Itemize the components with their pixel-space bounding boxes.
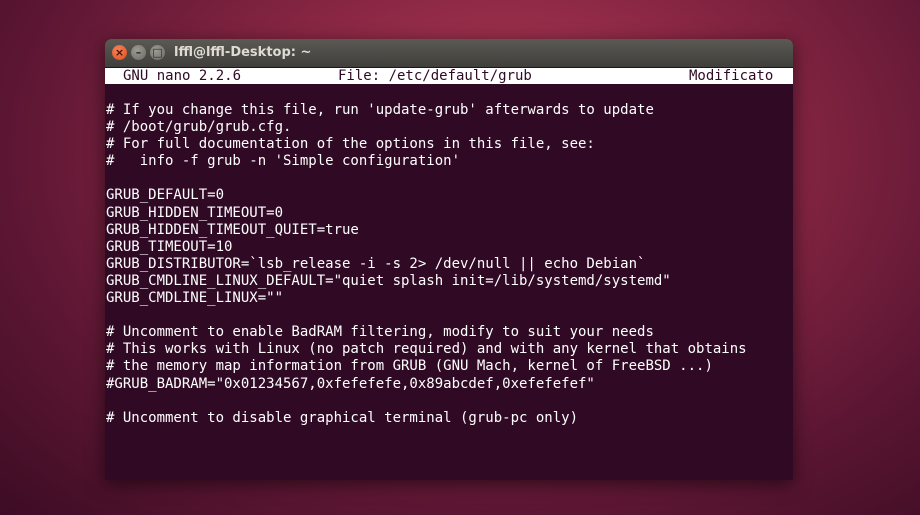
nano-version: GNU nano 2.2.6	[123, 68, 242, 84]
editor-line[interactable]	[106, 170, 747, 187]
editor-line[interactable]: # /boot/grub/grub.cfg.	[106, 119, 747, 136]
editor-content[interactable]: # If you change this file, run 'update-g…	[106, 102, 747, 427]
nano-filename: File: /etc/default/grub	[338, 68, 532, 84]
editor-line[interactable]: GRUB_HIDDEN_TIMEOUT_QUIET=true	[106, 222, 747, 239]
editor-line[interactable]: # the memory map information from GRUB (…	[106, 358, 747, 375]
editor-line[interactable]: # If you change this file, run 'update-g…	[106, 102, 747, 119]
window-title: lffl@lffl-Desktop: ~	[174, 45, 312, 60]
editor-line[interactable]: GRUB_DEFAULT=0	[106, 187, 747, 204]
editor-line[interactable]: # Uncomment to disable graphical termina…	[106, 410, 747, 427]
editor-line[interactable]	[106, 307, 747, 324]
window-titlebar[interactable]: × – □ lffl@lffl-Desktop: ~	[105, 39, 793, 67]
editor-line[interactable]: # For full documentation of the options …	[106, 136, 747, 153]
editor-line[interactable]: # This works with Linux (no patch requir…	[106, 341, 747, 358]
close-icon[interactable]: ×	[112, 45, 127, 60]
editor-line[interactable]: GRUB_CMDLINE_LINUX=""	[106, 290, 747, 307]
editor-line[interactable]: GRUB_DISTRIBUTOR=`lsb_release -i -s 2> /…	[106, 256, 747, 273]
terminal-window[interactable]: × – □ lffl@lffl-Desktop: ~ GNU nano 2.2.…	[105, 39, 793, 480]
nano-header-bar: GNU nano 2.2.6 File: /etc/default/grub M…	[105, 68, 793, 84]
editor-line[interactable]: GRUB_CMDLINE_LINUX_DEFAULT="quiet splash…	[106, 273, 747, 290]
editor-line[interactable]: #GRUB_BADRAM="0x01234567,0xfefefefe,0x89…	[106, 376, 747, 393]
maximize-icon[interactable]: □	[150, 45, 165, 60]
editor-line[interactable]: # info -f grub -n 'Simple configuration'	[106, 153, 747, 170]
terminal-area[interactable]: GNU nano 2.2.6 File: /etc/default/grub M…	[105, 67, 793, 480]
minimize-icon[interactable]: –	[131, 45, 146, 60]
editor-line[interactable]: # Uncomment to enable BadRAM filtering, …	[106, 324, 747, 341]
editor-line[interactable]: GRUB_TIMEOUT=10	[106, 239, 747, 256]
editor-line[interactable]: GRUB_HIDDEN_TIMEOUT=0	[106, 205, 747, 222]
editor-line[interactable]	[106, 393, 747, 410]
nano-modified-status: Modificato	[689, 68, 774, 84]
